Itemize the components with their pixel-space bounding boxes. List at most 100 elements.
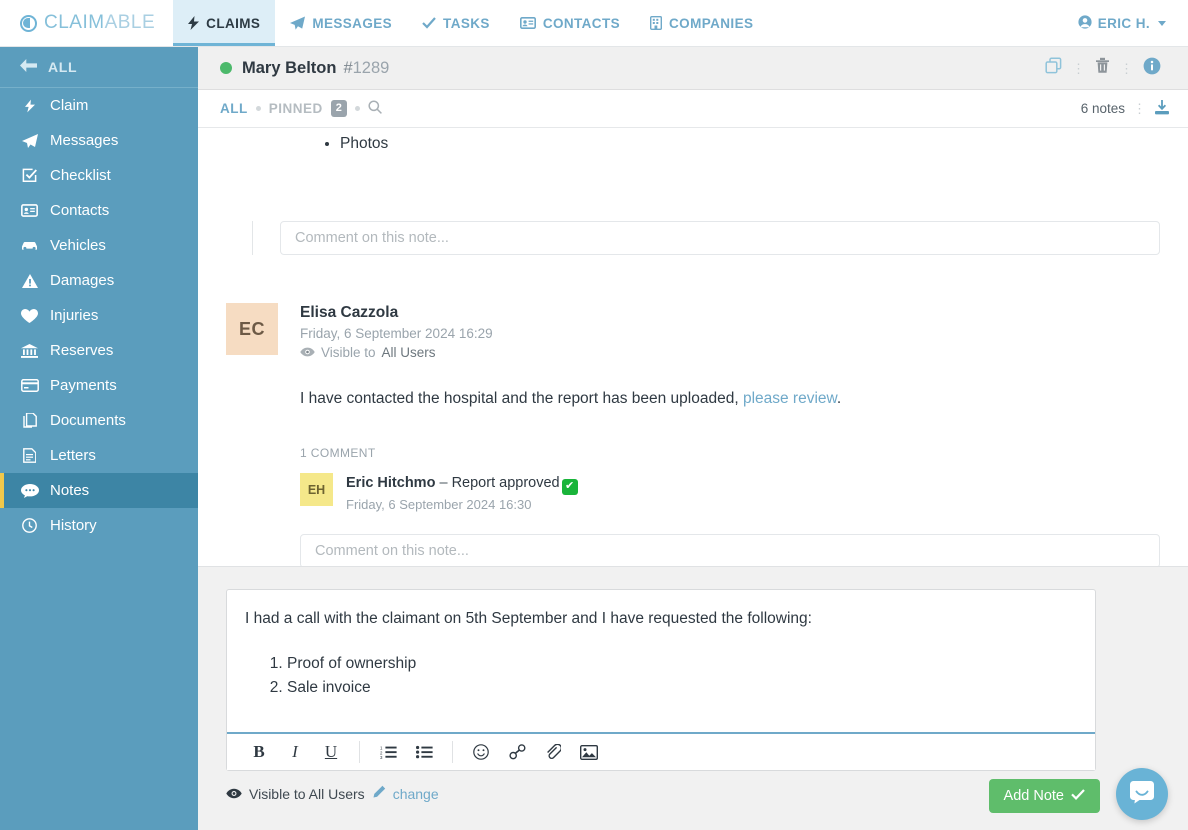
add-note-button[interactable]: Add Note (988, 779, 1100, 813)
kebab-menu-secondary-icon[interactable]: ⋮ (1119, 62, 1134, 75)
sidebar-item-reserves[interactable]: Reserves (0, 333, 198, 368)
claim-header-actions: ⋮ ⋮ (1036, 57, 1170, 80)
avatar-initials: EC (238, 318, 265, 339)
toolbar-divider (452, 741, 453, 763)
logo-mark-icon (20, 14, 37, 32)
attachment-icon[interactable] (535, 737, 571, 767)
sidebar-item-letters[interactable]: Letters (0, 438, 198, 473)
avatar (226, 132, 278, 184)
sidebar-item-injuries[interactable]: Injuries (0, 298, 198, 333)
download-notes-icon[interactable] (1154, 99, 1170, 118)
pencil-icon[interactable] (372, 785, 386, 802)
filter-tab-pinned[interactable]: PINNED (269, 101, 323, 116)
nav-tab-companies[interactable]: COMPANIES (635, 0, 768, 46)
nav-tab-tasks-label: TASKS (443, 15, 490, 31)
nav-tab-claims[interactable]: CLAIMS (173, 0, 276, 46)
sidebar-item-messages[interactable]: Messages (0, 123, 198, 158)
nav-tab-contacts[interactable]: CONTACTS (505, 0, 635, 46)
comment-timestamp: Friday, 6 September 2024 16:30 (346, 496, 532, 512)
bolt-icon (188, 16, 200, 30)
sidebar-item-messages-label: Messages (50, 132, 119, 149)
sidebar-item-history[interactable]: History (0, 508, 198, 543)
emoji-icon[interactable] (463, 737, 499, 767)
note-text-after-link: . (836, 389, 842, 407)
note-editor[interactable]: I had a call with the claimant on 5th Se… (227, 590, 1095, 732)
duplicate-claim-button[interactable] (1036, 57, 1071, 79)
user-menu-label: ERIC H. (1097, 15, 1150, 31)
list-item: Proof of ownership (287, 652, 1077, 676)
ordered-list-icon[interactable]: 123 (370, 737, 406, 767)
nav-tab-tasks[interactable]: TASKS (407, 0, 505, 46)
link-icon[interactable] (499, 737, 535, 767)
filter-tab-all[interactable]: ALL (220, 101, 248, 116)
status-dot-icon (220, 62, 232, 74)
change-visibility-link[interactable]: change (393, 786, 439, 802)
sidebar-item-reserves-label: Reserves (50, 342, 114, 359)
separator-dot (354, 106, 360, 111)
chevron-down-icon (1158, 20, 1166, 26)
nav-tab-messages[interactable]: MESSAGES (275, 0, 407, 46)
sidebar-item-damages[interactable]: Damages (0, 263, 198, 298)
note-author: Elisa Cazzola (300, 304, 399, 321)
bold-icon[interactable]: B (241, 737, 277, 767)
brand-name-prefix: CLAIM (44, 12, 105, 33)
clock-icon (20, 518, 39, 533)
sidebar-item-claim[interactable]: Claim (0, 88, 198, 123)
sidebar-item-contacts[interactable]: Contacts (0, 193, 198, 228)
composer-visibility: Visible to All Users change (226, 785, 439, 802)
check-icon (422, 17, 436, 29)
app-logo[interactable]: CLAIMABLE (0, 0, 173, 46)
comment-body: Report approved (451, 475, 560, 492)
warning-triangle-icon (20, 273, 39, 288)
intercom-launcher-button[interactable] (1116, 768, 1168, 820)
note-inline-link[interactable]: please review (743, 390, 837, 407)
sidebar-item-payments[interactable]: Payments (0, 368, 198, 403)
image-icon[interactable] (571, 737, 607, 767)
svg-text:3: 3 (380, 755, 383, 759)
sidebar-item-vehicles[interactable]: Vehicles (0, 228, 198, 263)
sidebar-item-documents-label: Documents (50, 412, 126, 429)
sidebar-item-notes[interactable]: Notes (0, 473, 198, 508)
sidebar-item-letters-label: Letters (50, 447, 96, 464)
sidebar-item-payments-label: Payments (50, 377, 117, 394)
brand-name-suffix: ABLE (104, 12, 156, 33)
paper-plane-icon (290, 16, 306, 30)
notes-filter-bar: ALL PINNED 2 6 notes ⋮ (198, 90, 1188, 128)
sidebar-item-notes-label: Notes (50, 482, 90, 499)
sidebar-back-all[interactable]: ALL (0, 47, 198, 88)
sidebar: ALL Claim Messages Checklist Contacts Ve… (0, 47, 198, 830)
building-icon (650, 16, 663, 30)
note-item-partial: Photos Comment on this note... (198, 128, 1188, 255)
kebab-menu-icon[interactable]: ⋮ (1071, 62, 1086, 75)
delete-claim-button[interactable] (1086, 57, 1119, 79)
claim-name: Mary Belton (242, 58, 337, 77)
search-icon[interactable] (368, 100, 382, 117)
letter-icon (20, 448, 39, 463)
check-mark-button-icon: ✔ (561, 478, 578, 495)
sidebar-item-vehicles-label: Vehicles (50, 237, 106, 254)
credit-card-icon (20, 379, 39, 392)
comment-avatar: EH (300, 473, 333, 507)
list-item: Photos (340, 132, 1160, 155)
car-icon (20, 240, 39, 252)
sidebar-item-documents[interactable]: Documents (0, 403, 198, 438)
unordered-list-icon[interactable] (406, 737, 442, 767)
toolbar-divider (359, 741, 360, 763)
sidebar-item-checklist[interactable]: Checklist (0, 158, 198, 193)
contact-card-icon (20, 204, 39, 217)
italic-icon[interactable]: I (277, 737, 313, 767)
nav-tab-claims-label: CLAIMS (206, 15, 261, 31)
comment-input[interactable]: Comment on this note... (300, 534, 1160, 566)
comment-count-label: 1 COMMENT (300, 446, 376, 461)
user-menu[interactable]: ERIC H. (1056, 0, 1188, 46)
kebab-menu-icon[interactable]: ⋮ (1132, 102, 1147, 115)
comment-line: Eric Hitchmo – Report approved ✔ (346, 473, 578, 495)
claim-number-value: 1289 (352, 58, 390, 77)
nav-tab-messages-label: MESSAGES (312, 15, 393, 31)
sidebar-item-claim-label: Claim (50, 97, 89, 114)
note-bullet-list: Photos (300, 132, 1160, 155)
note-visibility-prefix: Visible to (321, 344, 376, 360)
claim-info-button[interactable] (1134, 57, 1170, 80)
comment-input[interactable]: Comment on this note... (280, 221, 1160, 255)
underline-icon[interactable]: U (313, 737, 349, 767)
